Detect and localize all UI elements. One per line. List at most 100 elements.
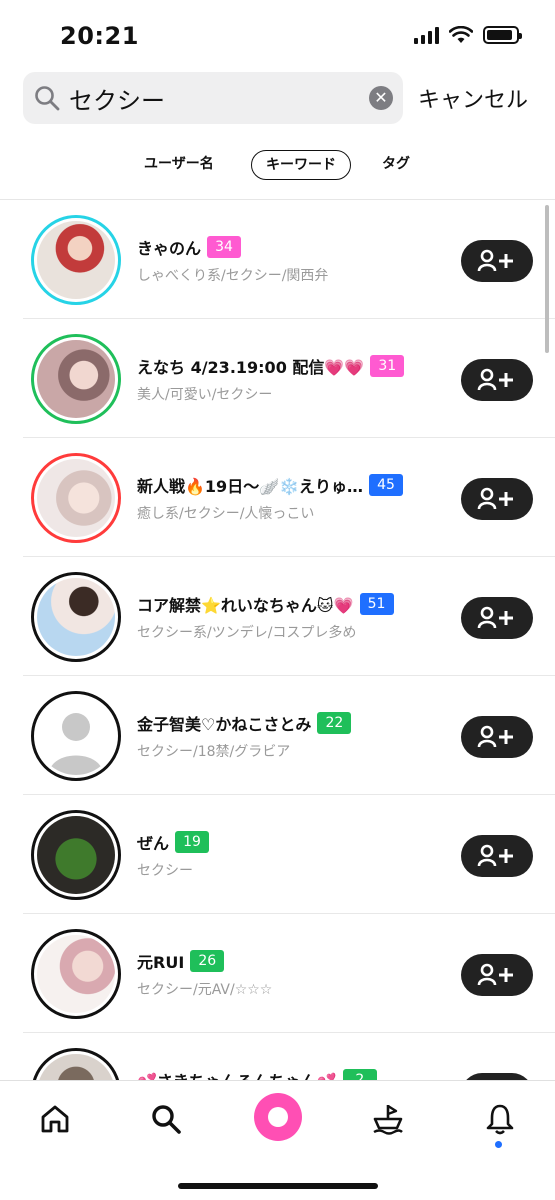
status-time: 20:21	[60, 22, 139, 50]
search-row: ✕ キャンセル	[0, 72, 555, 126]
cancel-button[interactable]: キャンセル	[418, 82, 528, 114]
user-name: 金子智美♡かねこさとみ 22	[137, 711, 352, 735]
avatar[interactable]	[31, 334, 121, 424]
ship-icon	[373, 1104, 403, 1135]
follow-button[interactable]	[461, 597, 533, 639]
user-name-text: 💕さきちゃんろんちゃん💕	[137, 1068, 337, 1080]
clear-search-button[interactable]: ✕	[369, 86, 393, 110]
add-user-icon	[477, 606, 513, 629]
user-row[interactable]: 金子智美♡かねこさとみ 22 セクシー/18禁/グラビア	[0, 676, 555, 795]
user-name-text: ぜん	[137, 834, 170, 853]
level-badge: 2	[342, 1069, 377, 1080]
user-row[interactable]: えなち 4/23.19:00 配信💗💗 31 美人/可愛い/セクシー	[0, 319, 555, 438]
photo-avatar-icon	[37, 340, 115, 418]
level-badge: 22	[317, 712, 352, 734]
user-row[interactable]: 💕さきちゃんろんちゃん💕 2	[0, 1033, 555, 1080]
tab-tag[interactable]: タグ	[382, 150, 410, 180]
user-row[interactable]: 元RUI 26 セクシー/元AV/☆☆☆	[0, 914, 555, 1033]
battery-level	[487, 30, 513, 40]
battery-icon	[483, 26, 522, 44]
follow-button[interactable]	[461, 1073, 533, 1080]
user-tags: セクシー/18禁/グラビア	[137, 744, 291, 760]
user-name: 💕さきちゃんろんちゃん💕 2	[137, 1068, 377, 1080]
follow-button[interactable]	[461, 835, 533, 877]
avatar[interactable]	[31, 691, 121, 781]
bell-icon	[486, 1104, 514, 1135]
avatar[interactable]	[31, 453, 121, 543]
user-name: えなち 4/23.19:00 配信💗💗 31	[137, 354, 405, 378]
add-user-icon	[477, 487, 513, 510]
user-row[interactable]: きゃのん 34 しゃべくり系/セクシー/関西弁	[0, 200, 555, 319]
follow-button[interactable]	[461, 716, 533, 758]
photo-avatar-icon	[37, 578, 115, 656]
user-tags: セクシー/元AV/☆☆☆	[137, 982, 273, 998]
add-user-icon	[477, 368, 513, 391]
record-icon[interactable]	[254, 1093, 302, 1141]
photo-avatar-icon	[37, 221, 115, 299]
avatar[interactable]	[31, 929, 121, 1019]
search-icon	[152, 1105, 181, 1134]
status-bar: 20:21	[0, 0, 555, 70]
add-user-icon	[477, 725, 513, 748]
level-badge: 51	[359, 593, 394, 615]
user-tags: しゃべくり系/セクシー/関西弁	[137, 268, 329, 284]
photo-avatar-icon	[37, 935, 115, 1013]
signal-icon	[414, 26, 439, 44]
status-icons	[414, 26, 522, 44]
close-icon: ✕	[374, 88, 388, 107]
wifi-icon	[449, 26, 473, 43]
photo-avatar-icon	[37, 459, 115, 537]
search-icon	[35, 86, 60, 111]
user-name-text: 新人戦🔥19日〜🪽❄️えりゅ…	[137, 477, 364, 496]
user-tags: セクシー	[137, 863, 193, 879]
add-user-icon	[477, 963, 513, 986]
list-scrollbar[interactable]	[545, 205, 549, 353]
user-name-text: 元RUI	[137, 953, 185, 972]
default-avatar-icon	[37, 697, 115, 775]
user-name: 新人戦🔥19日〜🪽❄️えりゅ… 45	[137, 473, 404, 497]
user-name-text: きゃのん	[137, 239, 202, 258]
user-tags: 美人/可愛い/セクシー	[137, 387, 273, 403]
level-badge: 45	[369, 474, 404, 496]
search-scope-tabs: ユーザー名 キーワード タグ	[0, 150, 555, 180]
tab-username[interactable]: ユーザー名	[144, 150, 214, 180]
photo-avatar-icon	[37, 1054, 115, 1080]
avatar[interactable]	[31, 215, 121, 305]
avatar[interactable]	[31, 810, 121, 900]
search-box[interactable]: ✕	[23, 72, 403, 124]
nav-search[interactable]	[146, 1099, 186, 1139]
add-user-icon	[477, 844, 513, 867]
search-input[interactable]	[69, 80, 369, 116]
user-name-text: えなち 4/23.19:00 配信💗💗	[137, 358, 365, 377]
home-icon	[41, 1105, 69, 1133]
user-tags: 癒し系/セクシー/人懐っこい	[137, 506, 315, 522]
notification-dot	[495, 1141, 502, 1148]
nav-home[interactable]	[35, 1099, 75, 1139]
follow-button[interactable]	[461, 478, 533, 520]
avatar[interactable]	[31, 1048, 121, 1080]
tab-keyword[interactable]: キーワード	[251, 150, 351, 180]
photo-avatar-icon	[37, 816, 115, 894]
bottom-nav	[0, 1080, 555, 1200]
nav-ship[interactable]	[368, 1099, 408, 1139]
user-name: きゃのん 34	[137, 235, 242, 259]
level-badge: 31	[370, 355, 405, 377]
avatar[interactable]	[31, 572, 121, 662]
follow-button[interactable]	[461, 954, 533, 996]
user-row[interactable]: ぜん 19 セクシー	[0, 795, 555, 914]
user-name-text: 金子智美♡かねこさとみ	[137, 715, 312, 734]
home-indicator[interactable]	[178, 1183, 378, 1189]
follow-button[interactable]	[461, 359, 533, 401]
user-tags: セクシー系/ツンデレ/コスプレ多め	[137, 625, 357, 641]
follow-button[interactable]	[461, 240, 533, 282]
level-badge: 19	[175, 831, 210, 853]
user-row[interactable]: 新人戦🔥19日〜🪽❄️えりゅ… 45 癒し系/セクシー/人懐っこい	[0, 438, 555, 557]
user-name: ぜん 19	[137, 830, 210, 854]
user-name: コア解禁⭐れいなちゃん🐱💗 51	[137, 592, 394, 616]
user-results-list[interactable]: きゃのん 34 しゃべくり系/セクシー/関西弁 えなち 4/23.19:00 配信…	[0, 200, 555, 1080]
level-badge: 34	[207, 236, 242, 258]
user-name: 元RUI 26	[137, 949, 225, 973]
user-row[interactable]: コア解禁⭐れいなちゃん🐱💗 51 セクシー系/ツンデレ/コスプレ多め	[0, 557, 555, 676]
add-user-icon	[477, 249, 513, 272]
nav-notifications[interactable]	[480, 1099, 520, 1139]
